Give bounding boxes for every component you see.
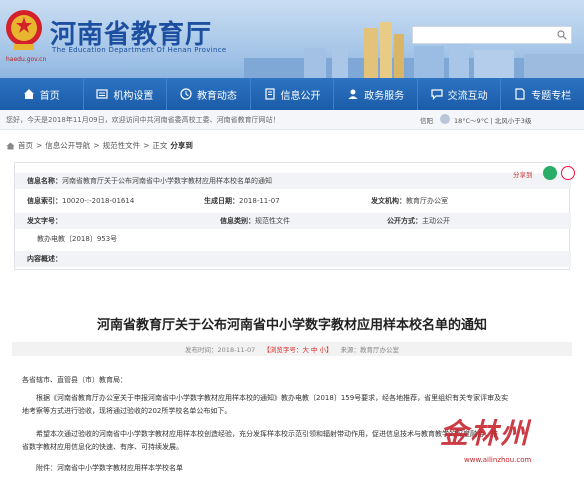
weather-text: 18°C～9°C | 北风小于3级 (454, 117, 532, 125)
watermark-logo-text: 金林州 (440, 417, 531, 450)
national-emblem-logo (6, 10, 42, 50)
home-icon (6, 142, 15, 149)
info-icon (264, 88, 275, 100)
home-icon (23, 89, 34, 99)
category-label: 信息类别： (220, 217, 255, 225)
weather-city: 信阳 (420, 117, 433, 125)
publish-source: 来源：教育厅办公室 (340, 346, 399, 354)
index-value: 10020-:-2018-01614 (62, 197, 135, 205)
nav-item-news[interactable]: 教育动态 (167, 78, 251, 110)
breadcrumb-share-label: 分享到 (170, 141, 193, 150)
nav-item-info[interactable]: 信息公开 (251, 78, 335, 110)
meta-row-docno-value: 教办电教〔2018〕953号 (15, 231, 571, 247)
site-header: haedu.gov.cn 河南省教育厅 The Education Depart… (0, 0, 584, 78)
info-name-label: 信息名称： (27, 177, 62, 185)
chat-icon (431, 89, 443, 100)
nav-item-topic[interactable]: 专题专栏 (501, 78, 584, 110)
nav-item-org[interactable]: 机构设置 (84, 78, 168, 110)
breadcrumb-separator: > (143, 141, 150, 150)
search-input[interactable] (412, 26, 572, 44)
info-bar: 您好，今天是2018年11月09日，欢迎访问中共河南省委高校工委、河南省教育厅网… (0, 110, 584, 130)
site-subtitle: The Education Department Of Henan Provin… (52, 46, 227, 54)
cloudy-icon (440, 114, 450, 124)
info-name-value: 河南省教育厅关于公布河南省中小学数字教材应用样本校名单的通知 (62, 177, 272, 185)
main-nav: 首页 机构设置 教育动态 信息公开 政务服务 交流互动 专题专栏 (0, 78, 584, 110)
news-icon (180, 88, 192, 100)
meta-row-docno: 发文字号： 信息类别： 规范性文件 公开方式： 主动公开 (15, 213, 571, 229)
nav-item-label: 首页 (39, 90, 60, 102)
org-value: 教育厅办公室 (406, 197, 448, 205)
meta-row-index: 信息索引： 10020-:-2018-01614 生成日期： 2018-11-0… (15, 193, 571, 209)
meta-row-summary: 内容概述： (15, 251, 571, 267)
site-url: haedu.gov.cn (6, 56, 47, 63)
search-icon[interactable] (557, 30, 567, 40)
publish-date: 发布时间：2018-11-07 (185, 344, 255, 354)
font-size-control[interactable]: 【浏览字号：大 中 小】 (263, 344, 332, 354)
nav-item-label: 政务服务 (364, 90, 405, 102)
document-meta-panel: 信息名称： 河南省教育厅关于公布河南省中小学数字教材应用样本校名单的通知 分享到… (14, 162, 575, 270)
nav-item-label: 教育动态 (196, 90, 237, 102)
breadcrumb-current: 正文 (152, 141, 168, 150)
service-icon (348, 89, 358, 99)
font-size-label: 【浏览字号： (263, 346, 303, 354)
nav-item-home[interactable]: 首页 (0, 78, 84, 110)
weibo-icon[interactable] (561, 166, 575, 180)
paragraph-salutation: 各省辖市、直管县（市）教育局： (22, 376, 127, 384)
welcome-text: 您好，今天是2018年11月09日，欢迎访问中共河南省委高校工委、河南省教育厅网… (6, 116, 280, 124)
share-label: 分享到 (513, 171, 533, 179)
nav-item-label: 信息公开 (280, 90, 321, 102)
nav-item-label: 专题专栏 (531, 90, 572, 102)
date-value: 2018-11-07 (239, 197, 280, 205)
scope-label: 公开方式： (387, 217, 422, 225)
font-size-suffix: 】 (325, 346, 333, 354)
wechat-icon[interactable] (543, 166, 557, 180)
breadcrumb: 首页 > 信息公开导航 > 规范性文件 > 正文 分享到 (6, 140, 193, 151)
index-label: 信息索引： (27, 197, 62, 205)
nav-item-chat[interactable]: 交流互动 (418, 78, 502, 110)
date-label: 生成日期： (204, 197, 239, 205)
paragraph-1: 根据《河南省教育厅办公室关于申报河南省中小学数字教材应用样本校的通知》教办电教〔… (36, 394, 509, 402)
topic-icon (515, 88, 525, 100)
breadcrumb-info-nav[interactable]: 信息公开导航 (45, 140, 90, 151)
breadcrumb-docs[interactable]: 规范性文件 (103, 140, 141, 151)
watermark: 金林州 www.ailinzhou.com (440, 412, 580, 474)
org-icon (96, 89, 108, 99)
publish-prefix: 发布时间： (185, 346, 218, 354)
nav-item-service[interactable]: 政务服务 (334, 78, 418, 110)
breadcrumb-separator: > (36, 141, 43, 150)
org-label: 发文机构： (371, 197, 406, 205)
docno-label: 发文字号： (27, 217, 62, 225)
category-value: 规范性文件 (255, 217, 290, 225)
scope-value: 主动公开 (422, 217, 450, 225)
font-size-options[interactable]: 大 中 小 (302, 346, 326, 354)
summary-label: 内容概述： (27, 255, 62, 263)
nav-item-label: 机构设置 (113, 90, 154, 102)
publish-date-value: 2018-11-07 (217, 346, 256, 354)
docno-value: 教办电教〔2018〕953号 (37, 235, 118, 243)
meta-row-name: 信息名称： 河南省教育厅关于公布河南省中小学数字教材应用样本校名单的通知 (15, 173, 571, 189)
article-title: 河南省教育厅关于公布河南省中小学数字教材应用样本校名单的通知 (96, 318, 487, 333)
breadcrumb-separator: > (93, 141, 100, 150)
breadcrumb-home[interactable]: 首页 (18, 140, 33, 151)
publish-info-bar: 发布时间：2018-11-07 【浏览字号：大 中 小】 来源：教育厅办公室 (12, 342, 572, 356)
nav-item-label: 交流互动 (447, 90, 488, 102)
watermark-url: www.ailinzhou.com (464, 456, 532, 464)
